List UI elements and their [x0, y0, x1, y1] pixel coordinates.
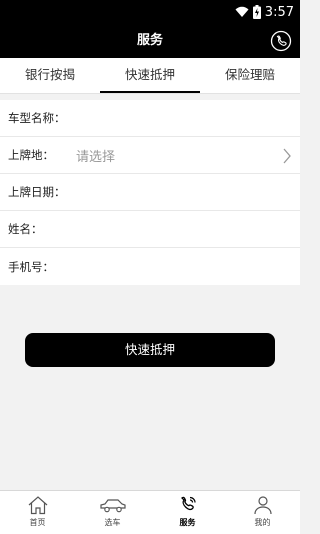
tab-bar: 银行按揭 快速抵押 保险理赔	[0, 58, 300, 94]
nav-item-profile[interactable]: 我的	[225, 491, 300, 534]
plate-location-label: 上牌地：	[8, 148, 54, 162]
nav-item-choose-car[interactable]: 选车	[75, 491, 150, 534]
tab-insurance-claim[interactable]: 保险理赔	[200, 58, 300, 93]
name-label: 姓名：	[8, 222, 43, 236]
phone-field[interactable]: 手机号：	[0, 248, 300, 285]
phone-label: 手机号：	[8, 259, 54, 274]
app-bar: 服务	[0, 24, 300, 58]
battery-charging-icon	[252, 5, 261, 19]
quick-mortgage-submit-button[interactable]: 快速抵押	[25, 333, 275, 367]
nav-choose-car-label: 选车	[104, 518, 121, 527]
car-model-label: 车型名称：	[8, 111, 66, 125]
plate-date-field[interactable]: 上牌日期：	[0, 174, 300, 211]
nav-item-service[interactable]: 服务	[150, 491, 225, 534]
phone-icon[interactable]	[270, 30, 292, 52]
mortgage-form: 车型名称： 上牌地： 请选择 上牌日期： 姓名： 手机号：	[0, 100, 300, 285]
tab-quick-mortgage[interactable]: 快速抵押	[100, 58, 200, 93]
user-icon	[252, 495, 274, 517]
page-title: 服务	[136, 33, 163, 48]
car-model-field[interactable]: 车型名称：	[0, 100, 300, 137]
name-field[interactable]: 姓名：	[0, 211, 300, 248]
plate-date-label: 上牌日期：	[8, 185, 66, 199]
car-icon	[99, 495, 127, 517]
wifi-icon	[235, 6, 249, 18]
status-time: 3:57	[264, 4, 294, 20]
status-bar: 3:57	[0, 0, 300, 24]
home-icon	[27, 495, 49, 517]
bottom-nav: 首页 选车 服务 我的	[0, 490, 300, 534]
phone-icon	[177, 495, 199, 517]
tab-bank-mortgage[interactable]: 银行按揭	[0, 58, 100, 93]
plate-location-select[interactable]: 请选择	[76, 146, 115, 165]
nav-item-home[interactable]: 首页	[0, 491, 75, 534]
nav-home-label: 首页	[29, 518, 46, 527]
chevron-right-icon	[282, 148, 292, 167]
plate-location-field[interactable]: 上牌地： 请选择	[0, 137, 300, 174]
nav-service-label: 服务	[179, 518, 196, 527]
nav-profile-label: 我的	[254, 518, 271, 527]
